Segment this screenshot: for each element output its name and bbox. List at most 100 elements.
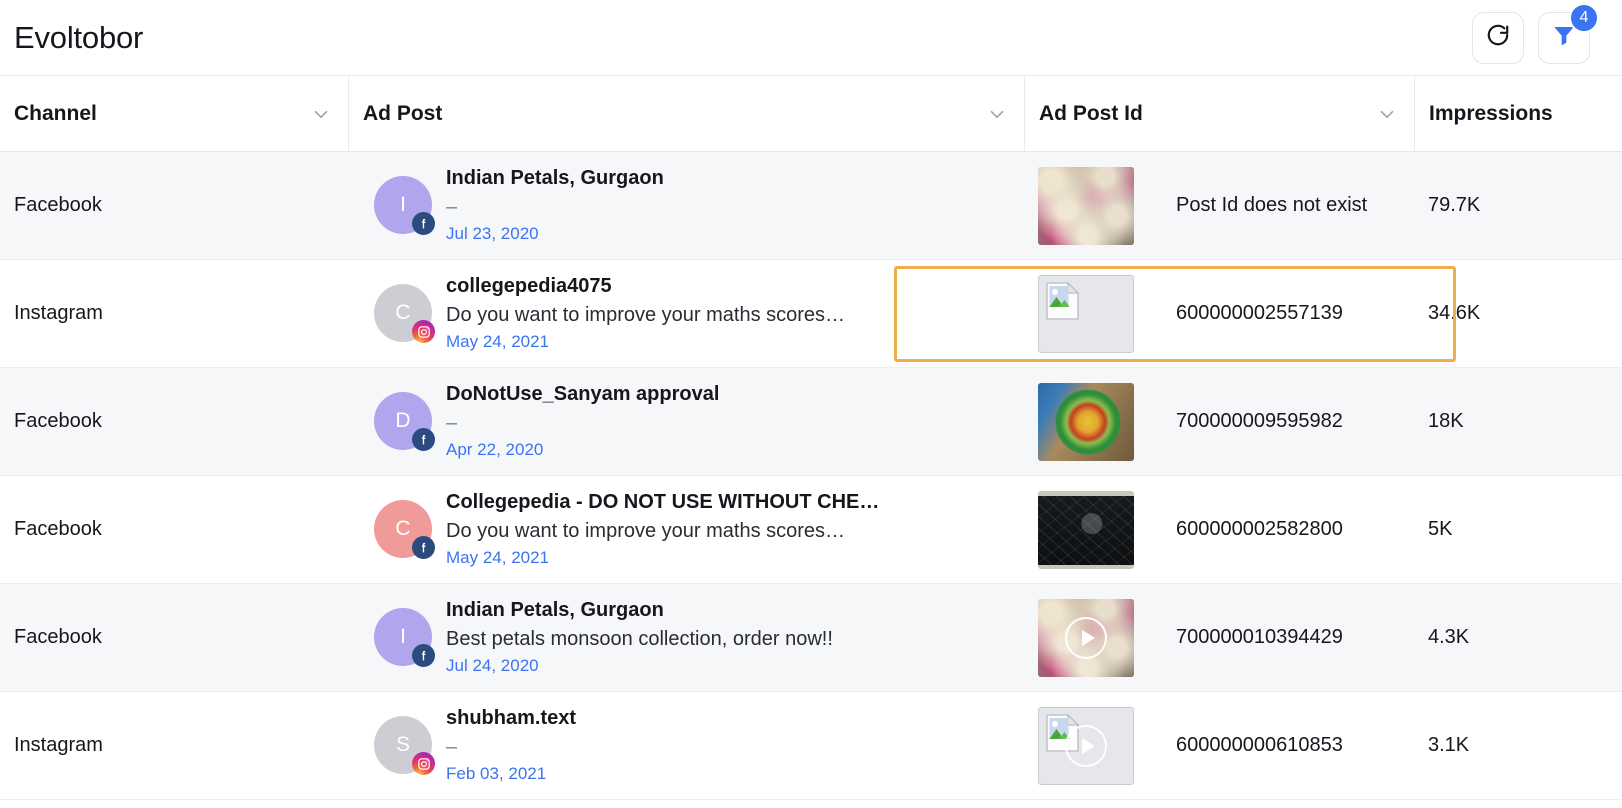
ad-post-id-value: 700000009595982 xyxy=(1176,410,1343,432)
facebook-badge-icon xyxy=(412,212,435,236)
ad-thumbnail[interactable] xyxy=(1038,166,1134,245)
ad-post-id-value: Post Id does not exist xyxy=(1176,194,1368,216)
play-icon[interactable] xyxy=(1065,724,1107,767)
page-title: Evoltobor xyxy=(14,19,144,55)
column-header-ad-post-id-label: Ad Post Id xyxy=(1039,101,1143,125)
refresh-icon xyxy=(1485,22,1511,53)
table-row[interactable]: Facebook I Indian Petals, Gurgaon Best peta… xyxy=(0,584,1622,692)
ad-post-body: – xyxy=(446,412,458,435)
impressions-value: 4.3K xyxy=(1428,626,1470,648)
avatar: C xyxy=(374,500,435,560)
cell-ad-post: Sshubham.text – Feb 03, 2021 xyxy=(348,692,1024,799)
cell-channel: Facebook xyxy=(0,476,348,583)
channel-value: Instagram xyxy=(14,302,103,324)
filter-badge: 4 xyxy=(1569,2,1599,33)
impressions-value: 5K xyxy=(1428,518,1453,540)
impressions-value: 34.6K xyxy=(1428,302,1481,324)
cell-channel: Instagram xyxy=(0,692,348,799)
ad-thumbnail[interactable] xyxy=(1038,382,1134,461)
table-row[interactable]: Facebook C Collegepedia - DO NOT USE WITHO… xyxy=(0,476,1622,584)
chevron-down-icon[interactable] xyxy=(986,103,1008,125)
avatar: I xyxy=(374,176,435,236)
impressions-value: 3.1K xyxy=(1428,734,1470,756)
cell-ad-post-id: 600000002582800 xyxy=(1024,476,1414,583)
ad-post-body: Do you want to improve your maths scores… xyxy=(446,304,846,327)
ad-post-date[interactable]: Feb 03, 2021 xyxy=(446,762,1008,787)
avatar: D xyxy=(374,392,435,452)
column-header-impressions[interactable]: Impressions xyxy=(1414,76,1622,151)
cell-channel: Facebook xyxy=(0,152,348,259)
cell-impressions: 5K xyxy=(1414,476,1622,583)
ad-post-body: Best petals monsoon collection, order no… xyxy=(446,628,833,651)
ad-post-id-value: 600000002557139 xyxy=(1176,302,1343,324)
play-icon[interactable] xyxy=(1065,616,1107,659)
avatar: I xyxy=(374,608,435,668)
ad-post-id-value: 600000002582800 xyxy=(1176,518,1343,540)
cell-channel: Facebook xyxy=(0,368,348,475)
column-header-ad-post-label: Ad Post xyxy=(363,101,443,125)
channel-value: Facebook xyxy=(14,194,102,216)
thumbnail-image xyxy=(1038,382,1134,461)
ad-post-id-value: 600000000610853 xyxy=(1176,734,1343,756)
cell-channel: Facebook xyxy=(0,584,348,691)
table-row[interactable]: Instagram Ccollegepedia4075 Do you want to… xyxy=(0,260,1622,368)
ad-thumbnail[interactable] xyxy=(1038,598,1134,677)
cell-ad-post-id: Post Id does not exist xyxy=(1024,152,1414,259)
cell-impressions: 34.6K xyxy=(1414,260,1622,367)
cell-ad-post-id: 600000000610853 xyxy=(1024,692,1414,799)
ad-thumbnail[interactable] xyxy=(1038,706,1134,785)
avatar: S xyxy=(374,716,435,776)
ad-post-date[interactable]: Jul 23, 2020 xyxy=(446,222,1008,247)
instagram-badge-icon xyxy=(412,320,435,344)
ad-post-body: Do you want to improve your maths scores… xyxy=(446,520,846,543)
table-row[interactable]: Facebook D DoNotUse_Sanyam approval – Apr 22… xyxy=(0,368,1622,476)
cell-ad-post: C Collegepedia - DO NOT USE WITHOUT CHE… D… xyxy=(348,476,1024,583)
cell-ad-post-id: 600000002557139 xyxy=(1024,260,1414,367)
header-actions: 4 xyxy=(1472,2,1599,64)
ad-post-body: – xyxy=(446,736,458,759)
ad-post-date[interactable]: Jul 24, 2020 xyxy=(446,654,1008,679)
cell-ad-post: Ccollegepedia4075 Do you want to improve … xyxy=(348,260,1024,367)
thumbnail-image xyxy=(1038,490,1134,569)
ad-post-title: collegepedia4075 xyxy=(446,275,612,298)
table-row[interactable]: Facebook I Indian Petals, Gurgaon – Jul 23, … xyxy=(0,152,1622,260)
facebook-badge-icon xyxy=(412,428,435,452)
cell-channel: Instagram xyxy=(0,260,348,367)
cell-ad-post: I Indian Petals, Gurgaon Best petals monso… xyxy=(348,584,1024,691)
cell-ad-post: D DoNotUse_Sanyam approval – Apr 22, 2020 xyxy=(348,368,1024,475)
facebook-badge-icon xyxy=(412,644,435,668)
cell-ad-post: I Indian Petals, Gurgaon – Jul 23, 2020 xyxy=(348,152,1024,259)
ad-post-title: Indian Petals, Gurgaon xyxy=(446,167,664,190)
ad-post-date[interactable]: Apr 22, 2020 xyxy=(446,438,1008,463)
impressions-value: 18K xyxy=(1428,410,1464,432)
instagram-badge-icon xyxy=(412,752,435,776)
ad-post-date[interactable]: May 24, 2021 xyxy=(446,330,1008,355)
avatar: C xyxy=(374,284,435,344)
table-body: Facebook I Indian Petals, Gurgaon – Jul 23, … xyxy=(0,152,1622,800)
column-header-channel-label: Channel xyxy=(14,101,97,125)
ad-post-date[interactable]: May 24, 2021 xyxy=(446,546,1008,571)
cell-impressions: 4.3K xyxy=(1414,584,1622,691)
chevron-down-icon[interactable] xyxy=(310,103,332,125)
column-header-ad-post[interactable]: Ad Post xyxy=(348,76,1024,151)
channel-value: Instagram xyxy=(14,734,103,756)
channel-value: Facebook xyxy=(14,518,102,540)
impressions-value: 79.7K xyxy=(1428,194,1481,216)
app-header: Evoltobor 4 xyxy=(0,0,1622,76)
column-header-ad-post-id[interactable]: Ad Post Id xyxy=(1024,76,1414,151)
refresh-button[interactable] xyxy=(1472,11,1524,64)
ad-post-body: – xyxy=(446,196,458,219)
ad-thumbnail[interactable] xyxy=(1038,490,1134,569)
column-header-impressions-label: Impressions xyxy=(1429,101,1553,125)
chevron-down-icon[interactable] xyxy=(1376,103,1398,125)
ad-post-title: Collegepedia - DO NOT USE WITHOUT CHE… xyxy=(446,491,880,514)
table-row[interactable]: Instagram Sshubham.text – Feb 03, 2021 60000… xyxy=(0,692,1622,800)
broken-image-icon xyxy=(1046,281,1080,326)
filter-button[interactable]: 4 xyxy=(1538,2,1599,64)
column-header-channel[interactable]: Channel xyxy=(0,76,348,151)
cell-impressions: 18K xyxy=(1414,368,1622,475)
thumbnail-image xyxy=(1038,166,1134,245)
channel-value: Facebook xyxy=(14,626,102,648)
table-header-row: Channel Ad Post Ad Post Id Impressions xyxy=(0,76,1622,152)
ad-thumbnail[interactable] xyxy=(1038,274,1134,353)
